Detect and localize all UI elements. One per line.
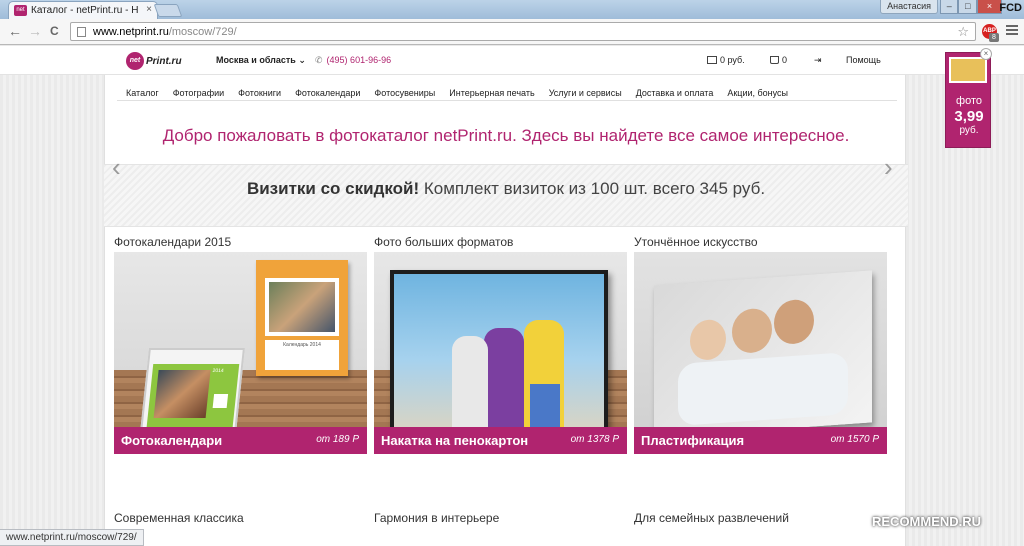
card-title: Фото больших форматов	[374, 235, 514, 249]
cart-count: 0	[782, 55, 788, 65]
card-image-lamination: Пластификация от 1570 Р	[634, 252, 887, 454]
back-icon[interactable]: ←	[8, 24, 22, 38]
widget-price: 3,99	[954, 108, 984, 125]
desk-calendar-year: 2014	[212, 368, 224, 374]
minimize-button[interactable]: –	[940, 0, 959, 14]
card-price: от 1378 Р	[570, 434, 619, 445]
card-name: Накатка на пенокартон	[381, 433, 529, 448]
tab-strip: net Каталог - netPrint.ru - Н × Анастаси…	[0, 0, 1024, 19]
adblock-count-badge: 8	[989, 33, 999, 42]
promo-rest: Комплект визиток из 100 шт. всего 345 ру…	[419, 179, 766, 198]
watermark: RECOMMEND.RU	[872, 514, 982, 529]
nav-catalog[interactable]: Каталог	[117, 81, 159, 100]
region-selector[interactable]: Москва и область ⌄	[216, 55, 306, 66]
site-header: net Print.ru Москва и область ⌄ ✆ (495) 6…	[0, 46, 1024, 75]
nav-photocalendars[interactable]: Фотокалендари	[287, 81, 360, 100]
card-title: Фотокалендари 2015	[114, 235, 232, 249]
cart-link[interactable]: 0	[770, 55, 787, 65]
close-window-button[interactable]: ×	[976, 0, 1002, 14]
nav-services[interactable]: Услуги и сервисы	[541, 81, 622, 100]
card-image-calendars: Календарь 2014 2014 Фотокалендари от 189…	[114, 252, 367, 454]
phone-number[interactable]: ✆ (495) 601-96-96	[315, 55, 391, 66]
card-bar: Накатка на пенокартон от 1378 Р	[374, 427, 627, 454]
wall-calendar-label: Календарь 2014	[265, 340, 339, 370]
address-bar[interactable]: www.netprint.ru/moscow/729/ ☆	[70, 22, 976, 41]
help-link[interactable]: Помощь	[846, 55, 881, 65]
forward-icon[interactable]: →	[28, 24, 42, 38]
category-nav: Каталог Фотографии Фотокниги Фотокаленда…	[117, 81, 897, 101]
card-family-fun[interactable]: Для семейных развлечений	[634, 511, 887, 528]
url-path: /moscow/729/	[168, 26, 237, 38]
promo-banner[interactable]: Визитки со скидкой! Комплект визиток из …	[104, 164, 908, 227]
nav-photobooks[interactable]: Фотокниги	[230, 81, 281, 100]
card-large-formats[interactable]: Фото больших форматов Накатка на пенокар…	[374, 235, 627, 454]
profile-name[interactable]: Анастасия	[880, 0, 938, 14]
netprint-favicon-icon: net	[14, 5, 27, 16]
login-icon[interactable]: ⇥	[814, 55, 822, 66]
card-photocalendars[interactable]: Фотокалендари 2015 Календарь 2014 2014 Ф…	[114, 235, 367, 454]
photo-thumbnail	[949, 57, 987, 83]
card-title: Гармония в интерьере	[374, 511, 500, 525]
card-interior-harmony[interactable]: Гармония в интерьере	[374, 511, 627, 528]
corner-badge: FCD	[999, 2, 1022, 14]
photo-price-widget[interactable]: фото 3,99 руб. ×	[945, 48, 992, 148]
wallet-icon	[707, 56, 717, 64]
card-price: от 189 Р	[316, 434, 359, 445]
card-name: Фотокалендари	[121, 433, 223, 448]
tab-close-icon[interactable]: ×	[146, 4, 152, 15]
wallet-balance[interactable]: 0 руб.	[707, 55, 745, 65]
card-price: от 1570 Р	[830, 434, 879, 445]
widget-currency: руб.	[959, 125, 979, 136]
nav-promotions[interactable]: Акции, бонусы	[719, 81, 788, 100]
browser-tab[interactable]: net Каталог - netPrint.ru - Н ×	[8, 1, 158, 19]
new-tab-button[interactable]	[153, 4, 183, 17]
nav-photosouvenirs[interactable]: Фотосувениры	[366, 81, 435, 100]
phone-text: (495) 601-96-96	[326, 55, 392, 65]
card-modern-classic[interactable]: Современная классика	[114, 511, 367, 528]
tab-title: Каталог - netPrint.ru - Н	[31, 5, 139, 16]
promo-bold: Визитки со скидкой!	[246, 179, 420, 198]
card-image-large-format: Накатка на пенокартон от 1378 Р	[374, 252, 627, 454]
nav-delivery[interactable]: Доставка и оплата	[628, 81, 714, 100]
wallet-value: 0 руб.	[720, 55, 745, 65]
promo-text: Визитки со скидкой! Комплект визиток из …	[104, 179, 908, 199]
site-logo[interactable]: net Print.ru	[126, 52, 182, 70]
card-name: Пластификация	[641, 433, 745, 448]
card-title: Современная классика	[114, 511, 244, 525]
bookmark-star-icon[interactable]: ☆	[957, 24, 969, 40]
logo-text: Print.ru	[146, 55, 182, 67]
browser-toolbar: ← → C www.netprint.ru/moscow/729/ ☆	[0, 19, 1024, 45]
page-viewport: net Print.ru Москва и область ⌄ ✆ (495) 6…	[0, 46, 1024, 546]
welcome-heading: Добро пожаловать в фотокаталог netPrint.…	[162, 126, 850, 145]
widget-label: фото	[956, 95, 982, 107]
status-bar: www.netprint.ru/moscow/729/	[0, 529, 144, 546]
card-title: Для семейных развлечений	[634, 511, 789, 525]
maximize-button[interactable]: □	[958, 0, 977, 14]
phone-icon: ✆	[315, 55, 323, 65]
promo-prev-arrow[interactable]: ‹	[112, 154, 121, 180]
card-title: Утончённое искусство	[634, 235, 758, 249]
cart-icon	[770, 56, 779, 64]
nav-photos[interactable]: Фотографии	[165, 81, 224, 100]
url-host: www.netprint.ru	[93, 26, 169, 38]
card-bar: Фотокалендари от 189 Р	[114, 427, 367, 454]
chrome-menu-icon[interactable]	[1006, 25, 1018, 37]
promo-next-arrow[interactable]: ›	[884, 154, 893, 180]
nav-interior-print[interactable]: Интерьерная печать	[441, 81, 534, 100]
reload-icon[interactable]: C	[50, 24, 59, 38]
widget-close-icon[interactable]: ×	[980, 48, 992, 60]
page-icon	[77, 27, 86, 37]
window-controls: – □ ×	[940, 0, 1002, 14]
logo-mark: net	[126, 52, 144, 70]
card-fine-art[interactable]: Утончённое искусство Пластификация от 15…	[634, 235, 887, 454]
page-content: Каталог Фотографии Фотокниги Фотокаленда…	[104, 75, 908, 546]
card-bar: Пластификация от 1570 Р	[634, 427, 887, 454]
